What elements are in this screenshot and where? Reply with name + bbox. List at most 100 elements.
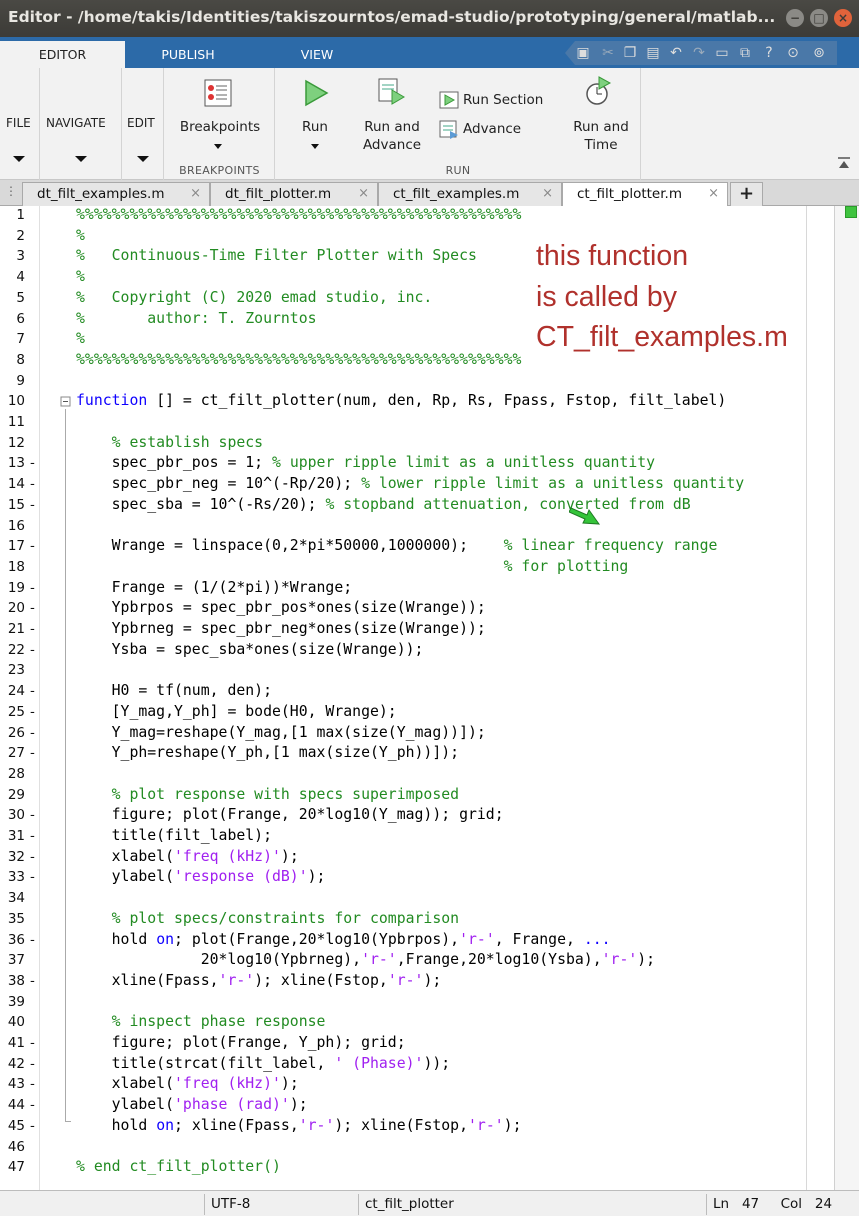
code-line[interactable]: function [] = ct_filt_plotter(num, den, … [76,392,726,409]
run-and-time-button[interactable]: Run and Time [560,118,642,154]
code-line[interactable]: % author: T. Zourntos [76,310,317,327]
file-section[interactable]: FILE [0,68,40,180]
executable-line-marker[interactable]: - [30,973,35,989]
code-line[interactable]: %%%%%%%%%%%%%%%%%%%%%%%%%%%%%%%%%%%%%%%%… [76,351,521,368]
code-line[interactable]: Frange = (1/(2*pi))*Wrange; [76,579,353,596]
breakpoints-dropdown-icon[interactable] [214,144,222,149]
code-line[interactable]: Ypbrneg = spec_pbr_neg*ones(size(Wrange)… [76,620,486,637]
executable-line-marker[interactable]: - [30,828,35,844]
code-line[interactable]: ylabel('response (dB)'); [76,868,326,885]
run-and-advance-button[interactable]: Run and Advance [353,118,431,154]
executable-line-marker[interactable]: - [30,1118,35,1134]
executable-line-marker[interactable]: - [30,745,35,761]
executable-line-marker[interactable]: - [30,1076,35,1092]
save-icon[interactable]: ▣ [575,45,591,61]
code-line[interactable]: xlabel('freq (kHz)'); [76,1075,299,1092]
executable-line-marker[interactable]: - [30,725,35,741]
navigate-dropdown-icon[interactable] [75,156,87,162]
copy-icon[interactable]: ❐ [622,45,638,61]
code-line[interactable]: % [76,330,85,347]
run-section-button[interactable]: Run Section [463,91,543,109]
executable-line-marker[interactable]: - [30,1056,35,1072]
code-line[interactable]: xlabel('freq (kHz)'); [76,848,299,865]
executable-line-marker[interactable]: - [30,1097,35,1113]
editor-scroll-strip[interactable] [834,206,859,1190]
run-dropdown-icon[interactable] [311,144,319,149]
tab-editor[interactable]: EDITOR [0,41,125,68]
executable-line-marker[interactable]: - [30,869,35,885]
code-line[interactable]: % [76,268,85,285]
code-line[interactable]: title(strcat(filt_label, ' (Phase)')); [76,1055,451,1072]
layout-icon[interactable]: ⧉ [737,45,753,61]
code-line[interactable]: spec_pbr_pos = 1; % upper ripple limit a… [76,454,655,471]
code-line[interactable]: Y_ph=reshape(Y_ph,[1 max(size(Y_ph))]); [76,744,459,761]
breakpoints-button[interactable]: Breakpoints [174,118,266,136]
advance-icon[interactable] [439,119,459,139]
executable-line-marker[interactable]: - [30,849,35,865]
new-tab-button[interactable]: + [730,182,763,206]
close-tab-icon[interactable]: × [542,183,553,205]
code-line[interactable]: % plot specs/constraints for comparison [76,910,459,927]
help-icon[interactable]: ? [761,45,777,61]
close-tab-icon[interactable]: × [190,183,201,205]
executable-line-marker[interactable]: - [30,497,35,513]
code-line[interactable]: % [76,227,85,244]
breakpoints-icon[interactable] [203,78,233,108]
code-line[interactable]: % for plotting [76,558,629,575]
code-line[interactable]: ylabel('phase (rad)'); [76,1096,308,1113]
code-line[interactable]: hold on; plot(Frange,20*log10(Ypbrpos),'… [76,931,611,948]
close-tab-icon[interactable]: × [708,183,719,205]
code-line[interactable]: spec_pbr_neg = 10^(-Rp/20); % lower ripp… [76,475,745,492]
code-line[interactable]: % plot response with specs superimposed [76,786,459,803]
code-line[interactable]: figure; plot(Frange, 20*log10(Y_mag)); g… [76,806,504,823]
code-line[interactable]: Y_mag=reshape(Y_mag,[1 max(size(Y_mag))]… [76,724,486,741]
executable-line-marker[interactable]: - [30,538,35,554]
executable-line-marker[interactable]: - [30,1035,35,1051]
code-line[interactable]: % end ct_filt_plotter() [76,1158,281,1175]
executable-line-marker[interactable]: - [30,642,35,658]
run-button[interactable]: Run [295,118,335,136]
code-line[interactable]: H0 = tf(num, den); [76,682,272,699]
executable-line-marker[interactable]: - [30,476,35,492]
executable-line-marker[interactable]: - [30,455,35,471]
options-icon[interactable]: ⊙ [785,45,801,61]
code-line[interactable]: % Continuous-Time Filter Plotter with Sp… [76,247,477,264]
code-line[interactable]: % establish specs [76,434,263,451]
file-tab-dt-filt-examples[interactable]: dt_filt_examples.m × [22,182,210,206]
paste-icon[interactable]: ▤ [645,45,661,61]
executable-line-marker[interactable]: - [30,600,35,616]
collapse-ribbon-icon[interactable] [837,156,851,170]
executable-line-marker[interactable]: - [30,807,35,823]
code-line[interactable]: title(filt_label); [76,827,272,844]
close-tab-icon[interactable]: × [358,183,369,205]
switch-windows-icon[interactable]: ▭ [714,45,730,61]
code-line[interactable]: 20*log10(Ypbrneg),'r-',Frange,20*log10(Y… [76,951,655,968]
run-icon[interactable] [302,78,330,108]
code-line[interactable]: Ypbrpos = spec_pbr_pos*ones(size(Wrange)… [76,599,486,616]
code-line[interactable]: Wrange = linspace(0,2*pi*50000,1000000);… [76,537,718,554]
tab-view[interactable]: VIEW [252,41,382,68]
file-tab-ct-filt-examples[interactable]: ct_filt_examples.m × [378,182,562,206]
edit-section[interactable]: EDIT [122,68,164,180]
executable-line-marker[interactable]: - [30,932,35,948]
file-tab-dt-filt-plotter[interactable]: dt_filt_plotter.m × [210,182,378,206]
run-section-icon[interactable] [439,90,459,110]
file-tab-ct-filt-plotter[interactable]: ct_filt_plotter.m × [562,182,728,207]
minimize-icon[interactable]: − [786,9,804,27]
code-line[interactable]: xline(Fpass,'r-'); xline(Fstop,'r-'); [76,972,442,989]
code-line[interactable]: [Y_mag,Y_ph] = bode(H0, Wrange); [76,703,397,720]
code-line[interactable]: hold on; xline(Fpass,'r-'); xline(Fstop,… [76,1117,522,1134]
code-line[interactable]: Ysba = spec_sba*ones(size(Wrange)); [76,641,424,658]
code-line[interactable]: figure; plot(Frange, Y_ph); grid; [76,1034,406,1051]
executable-line-marker[interactable]: - [30,621,35,637]
navigate-section[interactable]: NAVIGATE [40,68,122,180]
maximize-icon[interactable]: □ [810,9,828,27]
collapse-icon[interactable]: ⊚ [811,45,827,61]
close-icon[interactable]: × [834,9,852,27]
cut-icon[interactable]: ✂ [600,45,616,61]
code-line[interactable]: % Copyright (C) 2020 emad studio, inc. [76,289,432,306]
advance-button[interactable]: Advance [463,120,521,138]
code-line[interactable]: % inspect phase response [76,1013,326,1030]
executable-line-marker[interactable]: - [30,683,35,699]
file-dropdown-icon[interactable] [13,156,25,162]
